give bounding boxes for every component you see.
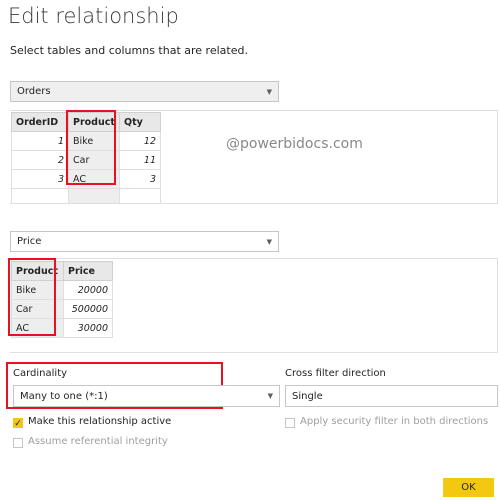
table1-select[interactable]: Orders ▼ (10, 81, 279, 102)
table2-select-value: Price (17, 236, 42, 247)
integrity-label: Assume referential integrity (28, 436, 168, 447)
table2-panel-top (10, 258, 498, 259)
integrity-checkbox[interactable] (13, 438, 23, 448)
chevron-down-icon: ▼ (266, 237, 272, 246)
table1-panel-right (497, 110, 498, 204)
table2-panel-bottom (10, 352, 498, 353)
dialog-subtitle: Select tables and columns that are relat… (10, 44, 248, 57)
cross-filter-value: Single (292, 390, 323, 402)
table2-cell: 500000 (63, 299, 113, 319)
security-label: Apply security filter in both directions (300, 416, 489, 427)
product-column-highlight-1 (66, 110, 116, 185)
table2-select[interactable]: Price ▼ (10, 231, 279, 252)
security-checkbox[interactable] (285, 418, 295, 428)
table2-cell: 30000 (63, 318, 113, 338)
table1-cell: 2 (11, 150, 69, 170)
table1-col-orderid[interactable]: OrderID (11, 112, 69, 132)
cross-filter-label: Cross filter direction (285, 368, 386, 379)
table1-cell: 3 (119, 169, 161, 189)
table1-cell: 3 (11, 169, 69, 189)
table1-cell: 12 (119, 131, 161, 151)
table2-col-price[interactable]: Price (63, 261, 113, 281)
chevron-down-icon: ▼ (266, 87, 272, 96)
table1-cell: 1 (11, 131, 69, 151)
table1-col-qty[interactable]: Qty (119, 112, 161, 132)
cardinality-value: Many to one (*:1) (20, 390, 108, 402)
table2-cell: 20000 (63, 280, 113, 300)
active-label: Make this relationship active (28, 416, 172, 427)
checkmark-icon: ✓ (14, 419, 22, 429)
product-column-highlight-2 (8, 258, 56, 336)
watermark: @powerbidocs.com (226, 136, 363, 152)
cross-filter-dropdown[interactable]: Single (285, 385, 498, 407)
table1-select-value: Orders (17, 86, 51, 97)
cardinality-dropdown[interactable]: Many to one (*:1) ▼ (13, 385, 280, 407)
ok-button[interactable]: OK (443, 478, 494, 497)
table-row-empty (11, 188, 161, 204)
active-checkbox[interactable]: ✓ (13, 418, 23, 429)
cardinality-label: Cardinality (13, 368, 68, 379)
chevron-down-icon: ▼ (267, 392, 273, 400)
table1-cell: 11 (119, 150, 161, 170)
table2-panel-right (497, 258, 498, 353)
dialog-title: Edit relationship (8, 4, 179, 28)
